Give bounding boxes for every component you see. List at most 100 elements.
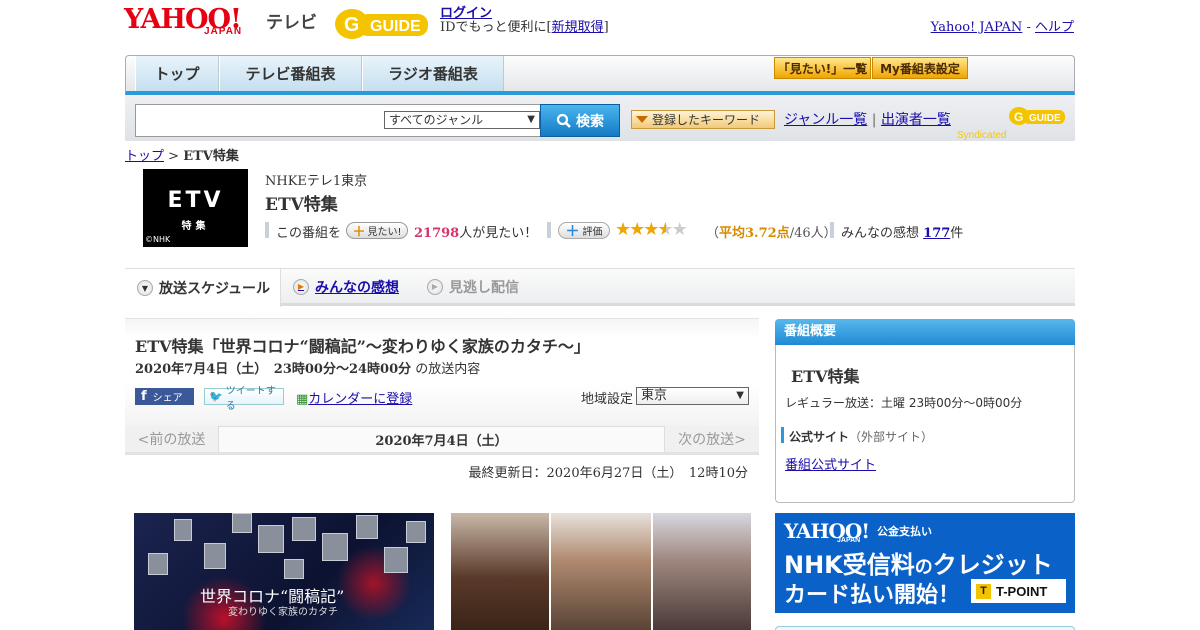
broadcast-content-suffix: の放送内容 bbox=[415, 362, 481, 377]
play-arrow-icon: ▶ bbox=[427, 278, 443, 295]
dropdown-triangle-icon bbox=[636, 116, 648, 123]
official-site-label: 公式サイト（外部サイト） bbox=[789, 428, 933, 445]
facebook-icon: f bbox=[141, 389, 147, 404]
banner-subheadline: カード払い開始！ bbox=[784, 583, 961, 608]
genre-list-link[interactable]: ジャンル一覧 bbox=[784, 112, 867, 128]
yahoo-japan-link[interactable]: Yahoo! JAPAN bbox=[931, 20, 1023, 35]
banner-headline-b: の bbox=[914, 557, 933, 578]
average-rating: （平均3.72点/46人） bbox=[706, 222, 837, 241]
nav-tab-radio-schedule[interactable]: ラジオ番組表 bbox=[362, 56, 504, 91]
cast-list-link[interactable]: 出演者一覧 bbox=[881, 112, 951, 128]
twitter-share-button[interactable]: 🐦 ツイートする bbox=[204, 386, 284, 412]
gguide-small-letter: G bbox=[1014, 110, 1023, 124]
help-link[interactable]: ヘルプ bbox=[1035, 20, 1074, 35]
syndicated-label: Syndicated bbox=[957, 130, 1007, 141]
facebook-share-button[interactable]: f シェア bbox=[135, 388, 194, 405]
register-link[interactable]: 新規取得 bbox=[552, 20, 604, 35]
program-thumbnail: ETV 特集 ©NHK bbox=[143, 169, 248, 247]
tv-logo-text[interactable]: テレビ bbox=[266, 8, 317, 33]
breadcrumb-current: ETV特集 bbox=[183, 149, 239, 164]
my-schedule-settings-button[interactable]: My番組表設定 bbox=[872, 57, 968, 79]
gguide-word: GUIDE bbox=[370, 18, 421, 35]
dropdown-arrow-icon: ▼ bbox=[736, 390, 744, 401]
genre-selected-value: すべてのジャンル bbox=[389, 113, 484, 127]
nav-tab-top[interactable]: トップ bbox=[135, 56, 219, 91]
want-list-button[interactable]: 「見たい!」一覧 bbox=[774, 57, 871, 79]
thumbnail-title: ETV bbox=[167, 188, 224, 213]
gguide-logo[interactable]: G GUIDE bbox=[334, 6, 434, 42]
banner-headline: NHK受信料のクレジット bbox=[784, 545, 1053, 580]
official-site-link[interactable]: 番組公式サイト bbox=[785, 458, 876, 473]
broadcast-time: 2020年7月4日（土） 23時00分～24時00分 の放送内容 bbox=[135, 358, 480, 377]
divider bbox=[830, 222, 834, 238]
reviews-count-link[interactable]: 177 bbox=[923, 226, 950, 241]
nhk-fee-ad-banner[interactable]: YAHOO! JAPAN 公金支払い NHK受信料のクレジット カード払い開始！… bbox=[775, 513, 1075, 613]
reviews-prefix: みんなの感想 bbox=[841, 226, 920, 241]
overview-title: ETV特集 bbox=[791, 367, 860, 386]
rate-button[interactable]: ＋ 評価 bbox=[558, 222, 610, 240]
official-site-heading: 公式サイト bbox=[789, 430, 850, 444]
search-links: ジャンル一覧 | 出演者一覧 bbox=[784, 109, 951, 129]
yahoo-japan-logo-text: JAPAN bbox=[204, 26, 243, 37]
search-button[interactable]: 検索 bbox=[540, 104, 620, 137]
rating-stars: ★★★★★ bbox=[615, 219, 688, 240]
rate-button-label: 評価 bbox=[582, 227, 603, 238]
image-subcaption: 変わりゆく家族のカタチ bbox=[228, 607, 338, 618]
tab-stream-label: 見逃し配信 bbox=[449, 279, 519, 296]
avg-prefix: （ bbox=[706, 226, 720, 241]
login-link[interactable]: ログイン bbox=[440, 6, 492, 21]
previous-broadcast-button[interactable]: <前の放送 bbox=[125, 426, 219, 452]
want-prefix: この番組を bbox=[276, 226, 342, 241]
add-to-calendar: ▦カレンダーに登録 bbox=[296, 388, 412, 407]
genre-select[interactable]: すべてのジャンル ▼ bbox=[384, 111, 540, 129]
gguide-small-logo: G GUIDE bbox=[1009, 107, 1066, 125]
registered-keywords-label: 登録したキーワード bbox=[652, 113, 761, 127]
banner-headline-c: クレジット bbox=[932, 551, 1053, 579]
star-icon: ★ bbox=[643, 219, 659, 240]
tab-reviews-label: みんなの感想 bbox=[315, 279, 399, 296]
dropdown-arrow-icon: ▼ bbox=[527, 114, 535, 125]
episode-image-people bbox=[451, 513, 751, 630]
registered-keywords-button[interactable]: 登録したキーワード bbox=[631, 110, 775, 129]
banner-headline-a: NHK受信料 bbox=[784, 551, 915, 579]
search-icon bbox=[556, 113, 571, 128]
facebook-share-label: シェア bbox=[152, 393, 183, 404]
star-icon: ★ bbox=[629, 219, 645, 240]
want-count-number: 21798 bbox=[414, 226, 460, 241]
calendar-icon: ▦ bbox=[296, 392, 309, 407]
add-to-calendar-link[interactable]: カレンダーに登録 bbox=[308, 392, 412, 407]
program-tabbar: ▼ 放送スケジュール ▶ みんなの感想 ▶ 見逃し配信 bbox=[125, 268, 1075, 307]
syndicated-gguide-badge: Syndicated G GUIDE bbox=[957, 101, 1067, 141]
section-marker bbox=[781, 427, 784, 443]
next-broadcast-button[interactable]: 次の放送> bbox=[664, 426, 759, 452]
star-half-icon: ★ bbox=[657, 219, 673, 240]
plus-icon: ＋ bbox=[565, 223, 580, 240]
gguide-small-word: GUIDE bbox=[1029, 113, 1061, 124]
register-prefix: IDでもっと便利に[ bbox=[440, 20, 552, 35]
tab-broadcast-schedule[interactable]: ▼ 放送スケジュール bbox=[125, 269, 281, 307]
next-sidebar-box bbox=[775, 626, 1075, 630]
play-arrow-icon: ▶ bbox=[293, 278, 309, 295]
tab-catchup-stream[interactable]: ▶ 見逃し配信 bbox=[427, 269, 519, 304]
program-overview-box bbox=[775, 319, 1075, 503]
want-count: 21798人が見たい！ bbox=[414, 222, 537, 241]
want-button-label: 見たい! bbox=[367, 227, 402, 238]
thumbnail-credit: ©NHK bbox=[145, 235, 171, 244]
want-to-watch-button[interactable]: ＋ 見たい! bbox=[346, 222, 408, 240]
region-label: 地域設定 bbox=[581, 392, 634, 407]
nav-tab-tv-schedule[interactable]: テレビ番組表 bbox=[219, 56, 362, 91]
episode-title: ETV特集「世界コロナ“闘稿記”～変わりゆく家族のカタチ～」 bbox=[135, 337, 590, 356]
external-site-note: （外部サイト） bbox=[849, 430, 934, 444]
breadcrumb: トップ > ETV特集 bbox=[125, 145, 239, 164]
current-broadcast-date: 2020年7月4日（土） bbox=[375, 433, 508, 449]
breadcrumb-top-link[interactable]: トップ bbox=[125, 149, 164, 164]
link-divider: | bbox=[871, 112, 877, 128]
tab-schedule-label: 放送スケジュール bbox=[159, 281, 271, 297]
register-suffix: ] bbox=[603, 20, 609, 35]
program-title: ETV特集 bbox=[265, 195, 338, 215]
tab-reviews[interactable]: ▶ みんなの感想 bbox=[293, 269, 399, 304]
last-updated: 最終更新日：2020年6月27日（土） 12時10分 bbox=[468, 466, 748, 481]
region-select[interactable]: 東京 ▼ bbox=[636, 387, 749, 405]
gguide-letter: G bbox=[344, 14, 360, 36]
header-links: Yahoo! JAPAN - ヘルプ bbox=[931, 16, 1074, 35]
